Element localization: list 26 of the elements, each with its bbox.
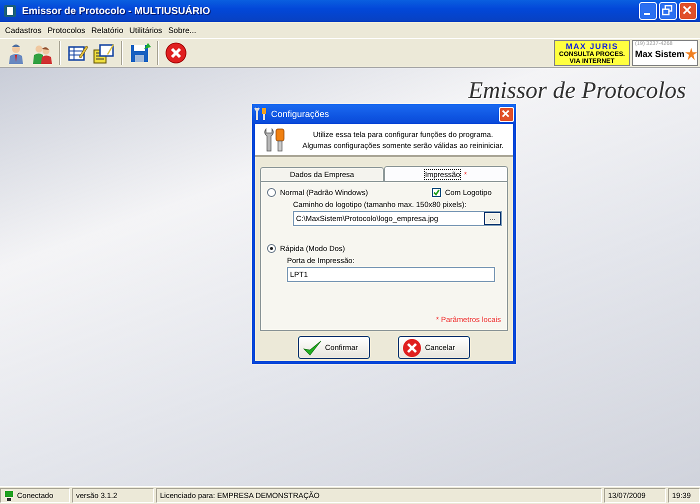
tools-icon [254,107,268,121]
close-button[interactable] [679,2,697,20]
app-icon [3,4,17,18]
radio-button[interactable] [267,188,276,197]
menu-item[interactable]: Utilitários [126,26,166,34]
brand-name: Max Sistem [635,49,685,59]
radio-button[interactable] [267,244,276,253]
toolbar-button[interactable] [163,40,189,66]
close-icon [165,42,187,64]
dialog-title: Configurações [271,109,330,119]
menu-item[interactable]: Cadastros [2,26,44,34]
cancel-icon [402,338,422,358]
menu-item[interactable]: Protocolos [44,26,88,34]
close-button[interactable] [499,106,514,122]
background-title: Emissor de Protocolos [468,78,686,105]
banner-title: MAX JURIS [566,42,618,50]
menu-item[interactable]: Relatório [88,26,126,34]
forms-edit-icon [93,42,115,64]
menu-item[interactable]: Sobre... [165,26,200,34]
checkbox[interactable] [432,188,441,197]
star-icon [684,47,697,61]
minimize-button[interactable] [639,2,657,20]
minimize-icon [644,13,650,15]
window-title: Emissor de Protocolo - MULTIUSUÁRIO [22,6,212,16]
restore-button[interactable] [659,2,677,20]
network-icon [4,490,14,502]
